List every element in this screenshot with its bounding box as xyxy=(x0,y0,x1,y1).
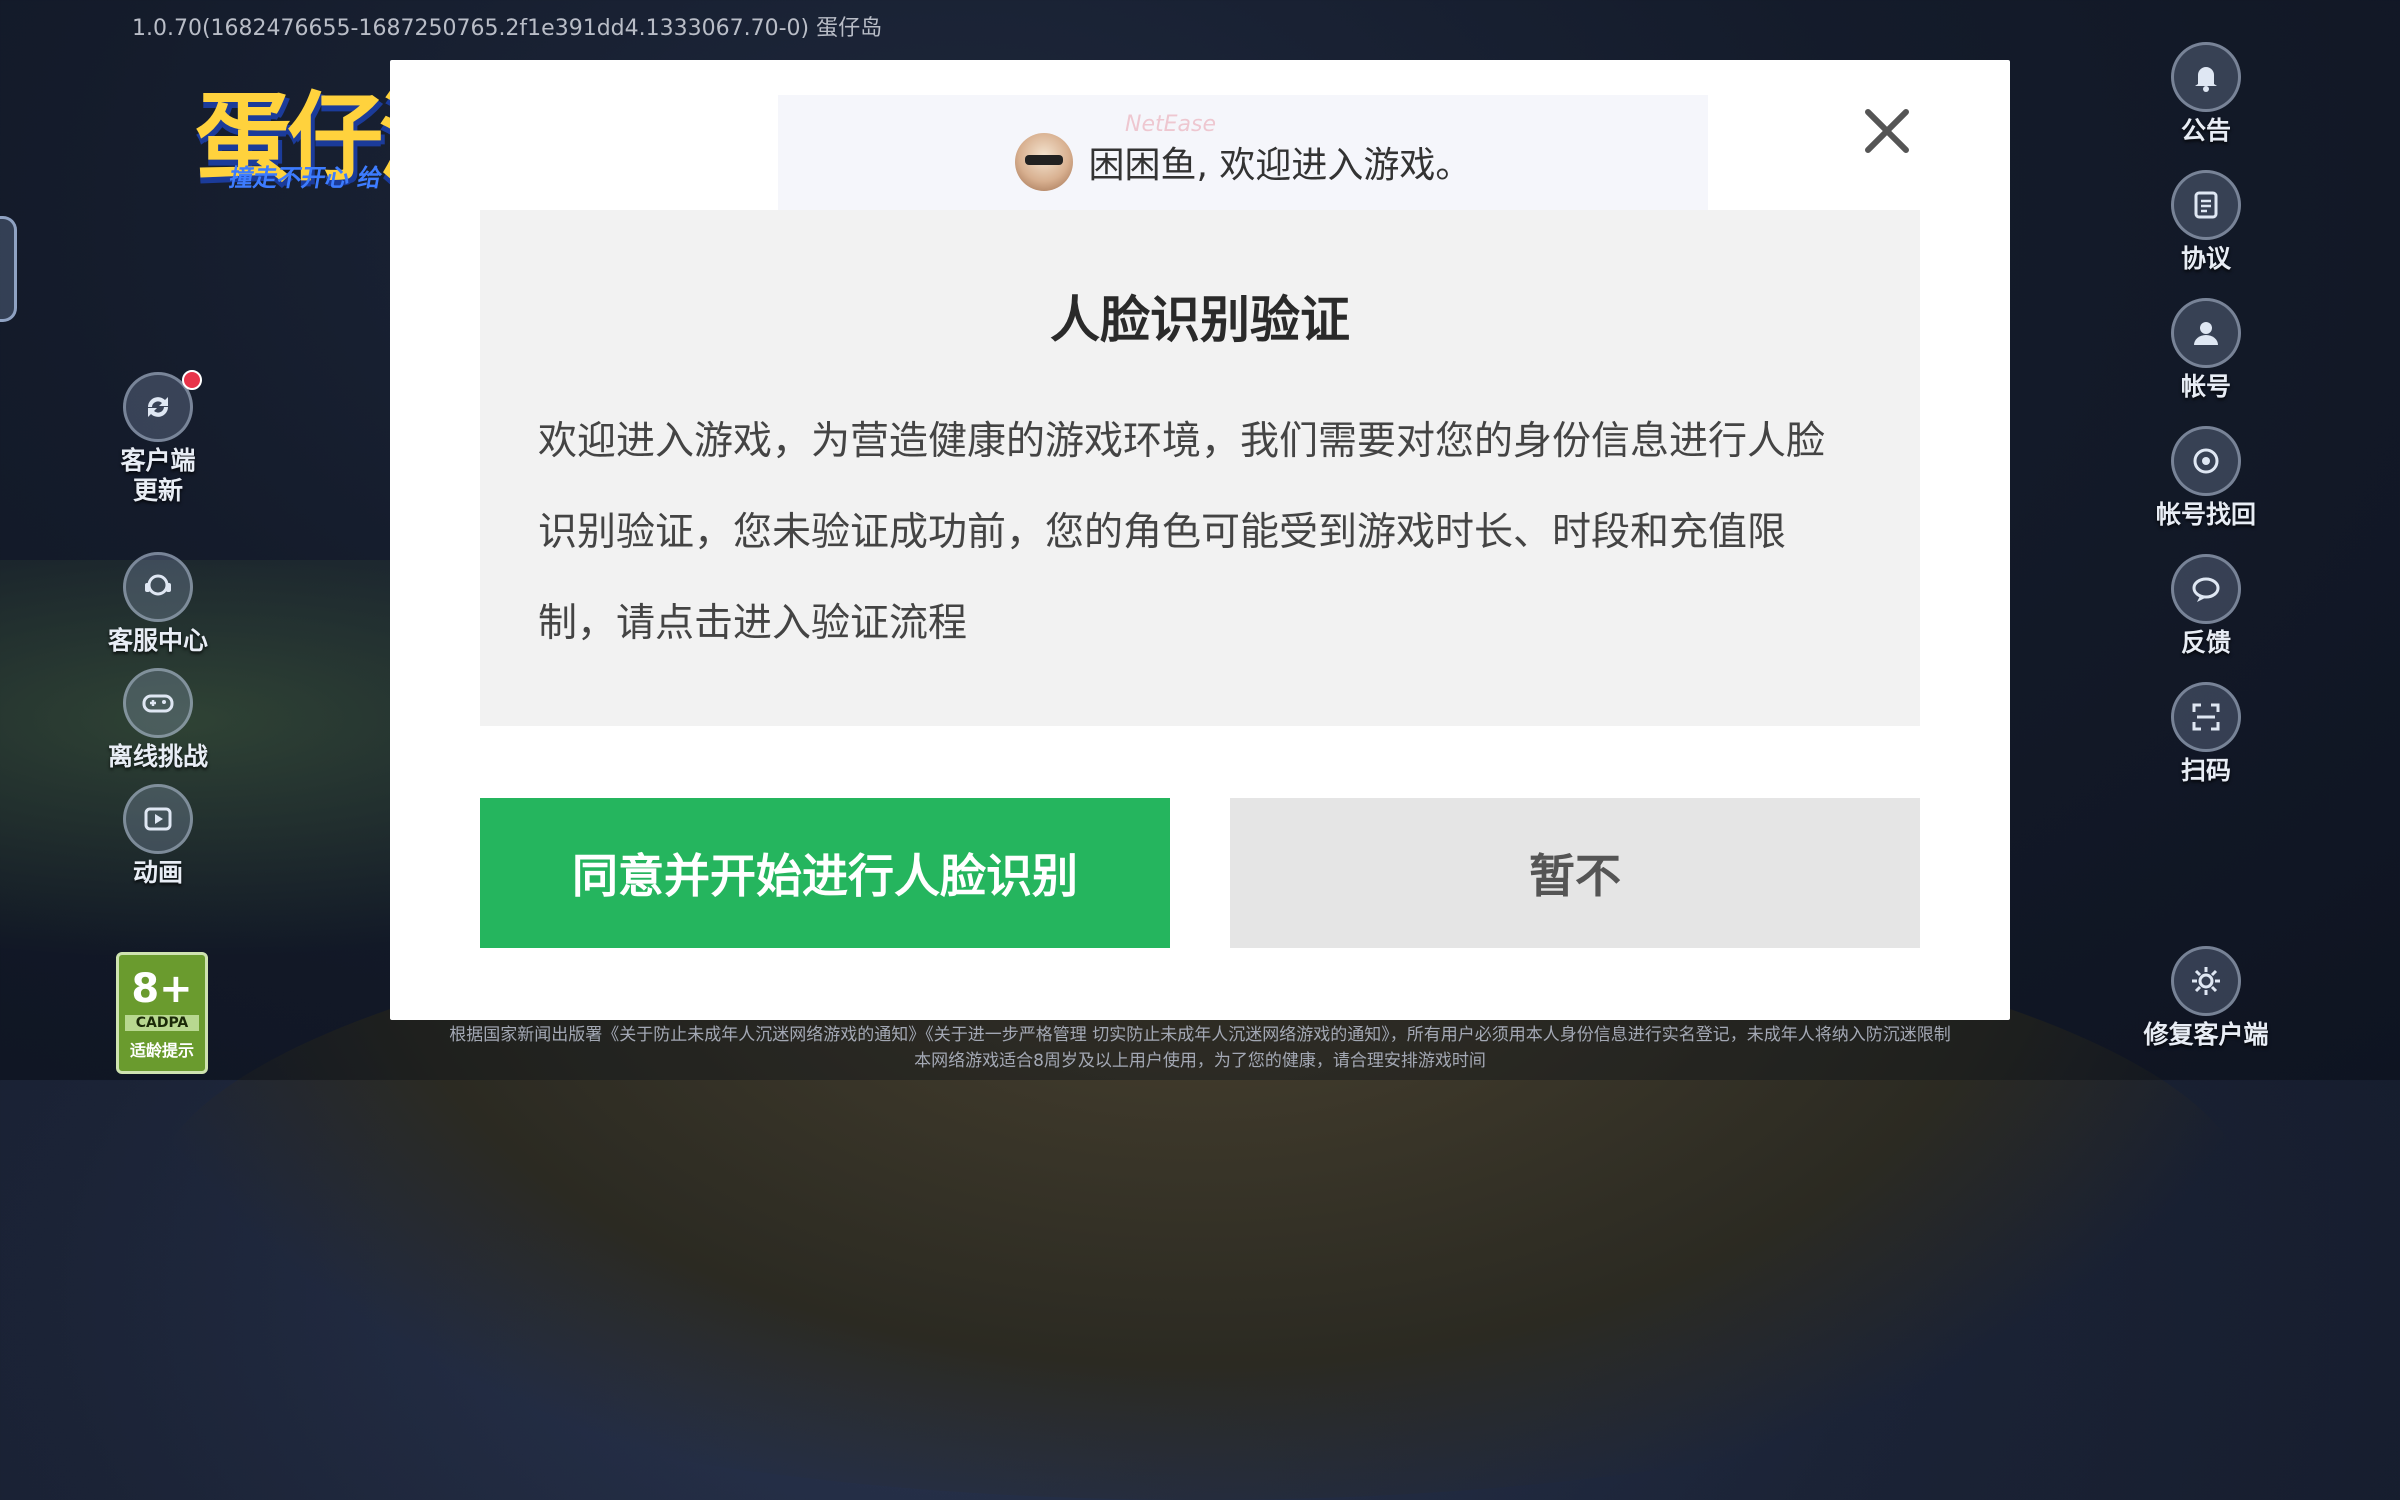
decline-button[interactable]: 暂不 xyxy=(1230,798,1920,948)
scan-icon xyxy=(2171,682,2241,752)
agreement-label: 协议 xyxy=(2180,244,2231,273)
offline-challenge-label: 离线挑战 xyxy=(107,742,208,771)
age-suitability-notice: 本网络游戏适合8周岁及以上用户使用，为了您的健康，请合理安排游戏时间 xyxy=(914,1051,1486,1071)
welcome-banner: 困困鱼, 欢迎进入游戏。 xyxy=(778,95,1708,229)
offline-challenge-button[interactable]: 离线挑战 xyxy=(88,668,228,772)
bell-icon xyxy=(2171,42,2241,112)
account-recovery-label: 帐号找回 xyxy=(2155,500,2256,529)
animation-label: 动画 xyxy=(132,858,183,887)
welcome-text: 困困鱼, 欢迎进入游戏。 xyxy=(1088,145,1472,186)
play-video-icon xyxy=(123,784,193,854)
announcement-button[interactable]: 公告 xyxy=(2136,42,2276,146)
anti-addiction-notice: 根据国家新闻出版署《关于防止未成年人沉迷网络游戏的通知》《关于进一步严格管理 切… xyxy=(449,1025,1951,1045)
game-logo-slogan: 撞走不开心 给 xyxy=(227,164,385,192)
animation-button[interactable]: 动画 xyxy=(88,784,228,888)
scan-label: 扫码 xyxy=(2180,756,2231,785)
account-label: 帐号 xyxy=(2180,372,2231,401)
account-recovery-icon xyxy=(2171,426,2241,496)
close-icon xyxy=(1865,109,1909,153)
customer-service-label: 客服中心 xyxy=(107,626,208,655)
gamepad-icon xyxy=(123,668,193,738)
feedback-label: 反馈 xyxy=(2180,628,2231,657)
customer-service-button[interactable]: 客服中心 xyxy=(88,552,228,656)
close-button[interactable] xyxy=(1860,104,1914,158)
scan-button[interactable]: 扫码 xyxy=(2136,682,2276,786)
version-label: 1.0.70(1682476655-1687250765.2f1e391dd4.… xyxy=(132,16,883,41)
side-drawer-handle[interactable] xyxy=(0,216,17,322)
gear-icon xyxy=(2171,946,2241,1016)
netease-watermark: NetEase xyxy=(1125,112,1216,137)
agree-face-recognition-button[interactable]: 同意并开始进行人脸识别 xyxy=(480,798,1170,948)
face-verification-dialog: 困困鱼, 欢迎进入游戏。 NetEase 人脸识别验证 欢迎进入游戏，为营造健康… xyxy=(390,60,2010,1020)
feedback-icon xyxy=(2171,554,2241,624)
account-button[interactable]: 帐号 xyxy=(2136,298,2276,402)
agreement-button[interactable]: 协议 xyxy=(2136,170,2276,274)
feedback-button[interactable]: 反馈 xyxy=(2136,554,2276,658)
dialog-title: 人脸识别验证 xyxy=(1050,291,1350,349)
verification-content: 人脸识别验证 欢迎进入游戏，为营造健康的游戏环境，我们需要对您的身份信息进行人脸… xyxy=(480,210,1920,726)
account-icon xyxy=(2171,298,2241,368)
announcement-label: 公告 xyxy=(2180,116,2231,145)
customer-service-icon xyxy=(123,552,193,622)
age-rating-number: 8+ xyxy=(131,966,193,1012)
dialog-body: 欢迎进入游戏，为营造健康的游戏环境，我们需要对您的身份信息进行人脸识别验证，您未… xyxy=(538,419,1826,646)
client-update-label: 客户端 更新 xyxy=(120,446,196,505)
avatar xyxy=(1014,133,1073,191)
update-badge xyxy=(182,370,202,390)
client-update-button[interactable]: 客户端 更新 xyxy=(88,372,228,506)
account-recovery-button[interactable]: 帐号找回 xyxy=(2136,426,2276,530)
agreement-icon xyxy=(2171,170,2241,240)
